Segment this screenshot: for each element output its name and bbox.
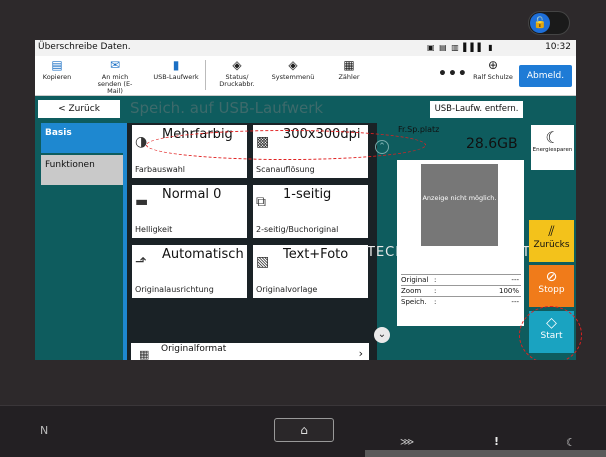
status-time: 10:32	[545, 42, 571, 52]
status-bar: Überschreibe Daten. ▣ ▤ ▥ ▌▌▌ ▮ 10:32	[35, 40, 576, 56]
processing-indicator-icon: ⋙	[400, 437, 415, 448]
orientation-card[interactable]: ⬏ Automatisch Originalausrichtung	[132, 245, 247, 298]
user-name: Ralf Schulze	[473, 73, 513, 81]
home-icon: ⌂	[300, 423, 308, 437]
toolbar-copy[interactable]: ▤ Kopieren	[39, 58, 75, 81]
format-icon: ▦	[139, 348, 150, 360]
home-button[interactable]: ⌂	[274, 418, 334, 442]
logout-button[interactable]: Abmeld.	[519, 65, 572, 87]
page-title: Speich. auf USB-Laufwerk	[130, 99, 324, 117]
status-indicators: ▣ ▤ ▥ ▌▌▌ ▮	[427, 43, 494, 52]
toolbar: ▤ Kopieren ✉ An mich senden (E-Mail) ▮ U…	[35, 56, 576, 96]
chevron-right-icon: ›	[358, 347, 363, 360]
toolbar-system-menu[interactable]: ◈ Systemmenü	[269, 58, 317, 81]
brightness-icon: ▬	[135, 194, 149, 210]
status-message: Überschreibe Daten.	[38, 42, 131, 52]
moon-icon: ☾	[545, 128, 560, 147]
duplex-card[interactable]: ⧉ 1-seitig 2-seitig/Buchoriginal	[253, 185, 368, 238]
original-type-card[interactable]: ▧ Text+Foto Originalvorlage	[253, 245, 368, 298]
usb-icon: ▮	[172, 58, 180, 72]
toolbar-separator	[205, 60, 206, 90]
highlight-circle	[519, 306, 582, 364]
energy-save-button[interactable]: ☾ Energiesparen	[531, 125, 574, 170]
system-menu-icon: ◈	[288, 58, 298, 72]
toolbar-counter[interactable]: ▦ Zähler	[331, 58, 367, 81]
sleep-indicator-icon: ☾	[566, 436, 576, 449]
toolbar-send-to-me[interactable]: ✉ An mich senden (E-Mail)	[91, 58, 139, 95]
preview-row: Speich. : ---	[401, 296, 521, 306]
more-button[interactable]: •••	[438, 66, 468, 82]
device-frame: 🔓 Überschreibe Daten. ▣ ▤ ▥ ▌▌▌ ▮ 10:32 …	[0, 0, 606, 457]
brightness-card[interactable]: ▬ Normal 0 Helligkeit	[132, 185, 247, 238]
lock-toggle[interactable]: 🔓	[528, 11, 570, 35]
header-bar: < Zurück Speich. auf USB-Laufwerk USB-La…	[35, 97, 576, 121]
reset-button[interactable]: ⫽ Zurücks	[529, 220, 574, 262]
reset-icon: ⫽	[548, 224, 555, 240]
duplex-icon: ⧉	[256, 194, 266, 210]
mail-icon: ✉	[109, 58, 121, 72]
toolbar-usb-drive[interactable]: ▮ USB-Laufwerk	[152, 58, 200, 81]
toolbar-status[interactable]: ◈ Status/ Druckabbr.	[215, 58, 259, 88]
stop-icon: ⊘	[545, 269, 558, 285]
stop-button[interactable]: ⊘ Stopp	[529, 265, 574, 307]
top-bezel	[0, 0, 606, 40]
side-tabs: Basis Funktionen	[35, 123, 123, 360]
bottom-edge	[365, 450, 606, 457]
lock-icon: 🔓	[530, 13, 550, 33]
remove-usb-button[interactable]: USB-Laufw. entfern.	[430, 101, 523, 118]
originalformat-row[interactable]: ▦ Originalformat ›	[131, 343, 369, 360]
copy-icon: ▤	[51, 58, 63, 72]
preview-row: Original : ---	[401, 274, 521, 284]
preview-row: Zoom : 100%	[401, 285, 521, 295]
attention-indicator-icon: !	[494, 435, 500, 448]
tab-basis[interactable]: Basis	[41, 123, 123, 153]
tab-funktionen[interactable]: Funktionen	[41, 155, 123, 185]
preview-panel: Anzeige nicht möglich. Original : --- Zo…	[397, 160, 524, 326]
counter-icon: ▦	[343, 58, 355, 72]
back-button[interactable]: < Zurück	[38, 100, 120, 118]
free-space-value: 28.6GB	[466, 136, 518, 152]
status-icon: ◈	[232, 58, 242, 72]
nfc-icon: N	[40, 424, 49, 437]
scroll-down-icon[interactable]: ⌄	[374, 327, 390, 343]
user-info[interactable]: ⊕ Ralf Schulze	[471, 58, 515, 81]
free-space-label: Fr.Sp.platz	[398, 125, 440, 134]
touch-screen: Überschreibe Daten. ▣ ▤ ▥ ▌▌▌ ▮ 10:32 ▤ …	[35, 40, 576, 360]
user-icon: ⊕	[487, 58, 499, 72]
highlight-ellipse	[146, 130, 426, 160]
original-type-icon: ▧	[256, 254, 270, 270]
orientation-icon: ⬏	[135, 254, 147, 270]
preview-placeholder: Anzeige nicht möglich.	[421, 164, 498, 246]
